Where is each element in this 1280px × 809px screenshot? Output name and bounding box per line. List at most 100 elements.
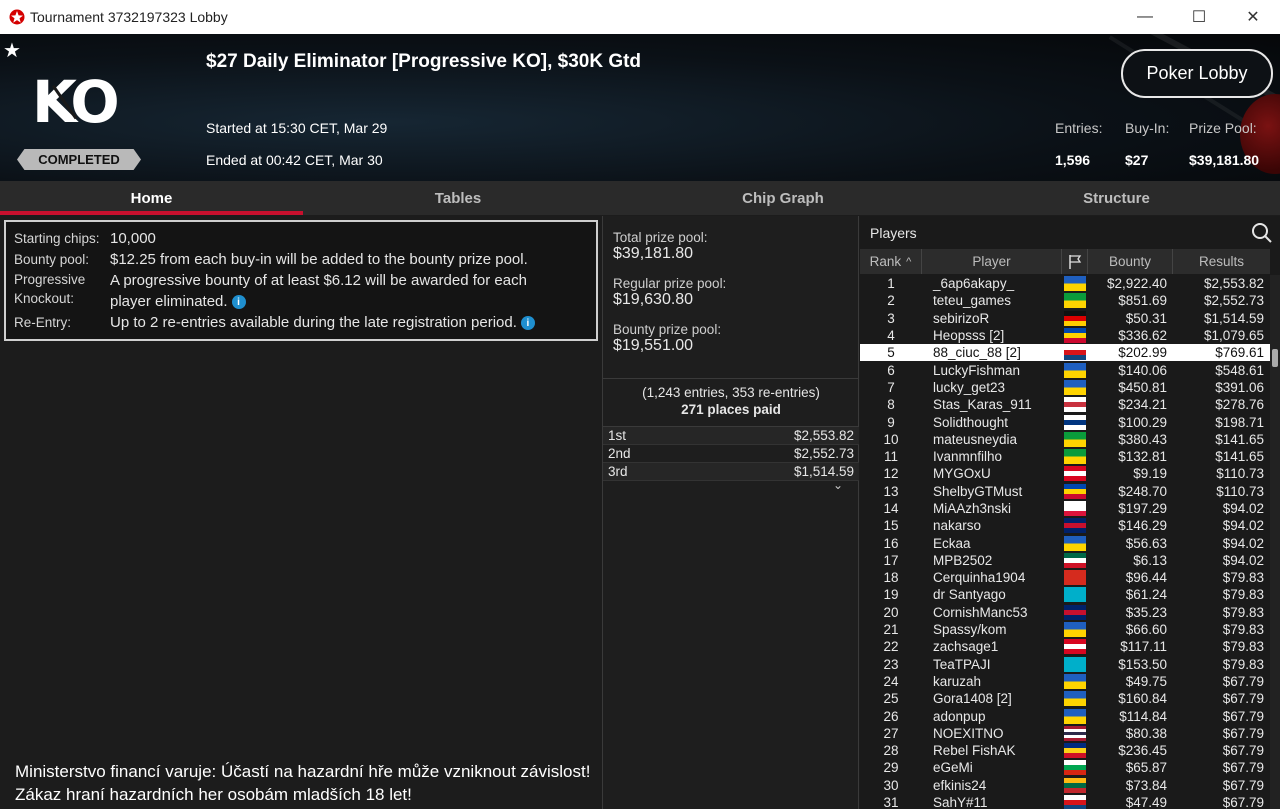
player-row[interactable]: 9 Solidthought $100.29 $198.71: [860, 413, 1270, 430]
player-rank: 1: [887, 276, 895, 292]
player-row[interactable]: 19 dr Santyago $61.24 $79.83: [860, 586, 1270, 603]
player-result: $67.79: [1222, 760, 1264, 776]
player-name: MYGOxU: [933, 466, 991, 482]
player-row[interactable]: 2 teteu_games $851.69 $2,552.73: [860, 292, 1270, 309]
rank-column-header[interactable]: Rank ^: [860, 249, 922, 274]
player-row[interactable]: 5 88_ciuc_88 [2] $202.99 $769.61: [860, 344, 1270, 362]
rank-header-label: Rank: [869, 254, 902, 269]
results-column-header[interactable]: Results: [1173, 249, 1270, 274]
tab-tables[interactable]: Tables: [303, 181, 613, 215]
player-result: $67.79: [1222, 673, 1264, 689]
player-rank: 13: [883, 483, 899, 499]
player-row[interactable]: 26 adonpup $114.84 $67.79: [860, 707, 1270, 724]
country-flag-icon: [1064, 310, 1086, 326]
payout-amount: $1,514.59: [793, 464, 854, 479]
player-row[interactable]: 3 sebirizoR $50.31 $1,514.59: [860, 310, 1270, 327]
country-flag-icon: [1064, 622, 1086, 638]
info-icon[interactable]: i: [520, 316, 535, 331]
player-row[interactable]: 30 efkinis24 $73.84 $67.79: [860, 777, 1270, 794]
player-country-cell: [1062, 344, 1088, 361]
player-result: $79.83: [1222, 570, 1264, 586]
entries-label: Entries:: [1055, 120, 1103, 136]
player-rank: 5: [887, 345, 895, 361]
expand-payouts-chevron-icon[interactable]: ⌄: [833, 478, 843, 492]
player-row[interactable]: 17 MPB2502 $6.13 $94.02: [860, 552, 1270, 569]
player-row[interactable]: 28 Rebel FishAK $236.45 $67.79: [860, 742, 1270, 759]
player-row[interactable]: 14 MiAAzh3nski $197.29 $94.02: [860, 500, 1270, 517]
country-column-header[interactable]: [1062, 249, 1088, 274]
favorite-star-icon[interactable]: ★: [3, 38, 21, 63]
search-icon[interactable]: [1250, 221, 1274, 245]
player-bounty: $100.29: [1118, 414, 1167, 430]
player-name: Solidthought: [933, 414, 1009, 430]
reentry-row: Re-Entry: Up to 2 re-entries available d…: [14, 312, 588, 333]
maximize-button[interactable]: ☐: [1172, 0, 1226, 34]
player-rank: 9: [887, 414, 895, 430]
player-row[interactable]: 25 Gora1408 [2] $160.84 $67.79: [860, 690, 1270, 707]
player-country-cell: [1062, 673, 1088, 690]
player-name: eGeMi: [933, 760, 973, 776]
player-row[interactable]: 10 mateusneydia $380.43 $141.65: [860, 431, 1270, 448]
player-row[interactable]: 11 Ivanmnfilho $132.81 $141.65: [860, 448, 1270, 465]
player-name: efkinis24: [933, 777, 987, 793]
player-row[interactable]: 22 zachsage1 $117.11 $79.83: [860, 638, 1270, 655]
player-row[interactable]: 24 karuzah $49.75 $67.79: [860, 673, 1270, 690]
player-column-header[interactable]: Player: [922, 249, 1062, 274]
players-scrollbar[interactable]: [1270, 275, 1280, 809]
poker-lobby-button[interactable]: Poker Lobby: [1121, 49, 1273, 98]
reentry-label: Re-Entry:: [14, 315, 72, 330]
player-bounty: $236.45: [1118, 743, 1167, 759]
buyin-value: $27: [1125, 152, 1149, 168]
reentry-text: Up to 2 re-entries available during the …: [110, 314, 517, 331]
player-row[interactable]: 12 MYGOxU $9.19 $110.73: [860, 465, 1270, 482]
player-bounty: $9.19: [1133, 466, 1167, 482]
player-row[interactable]: 18 Cerquinha1904 $96.44 $79.83: [860, 569, 1270, 586]
gambling-warning: Ministerstvo financí varuje: Účastí na h…: [15, 760, 590, 806]
player-bounty: $202.99: [1118, 345, 1167, 361]
player-row[interactable]: 15 nakarso $146.29 $94.02: [860, 517, 1270, 534]
player-row[interactable]: 1 _6ap6akapy_ $2,922.40 $2,553.82: [860, 275, 1270, 292]
player-name: TeaTPAJI: [933, 656, 991, 672]
tab-home[interactable]: Home: [0, 181, 303, 215]
minimize-button[interactable]: —: [1118, 0, 1172, 34]
player-row[interactable]: 23 TeaTPAJI $153.50 $79.83: [860, 656, 1270, 673]
player-row[interactable]: 29 eGeMi $65.87 $67.79: [860, 759, 1270, 776]
info-icon[interactable]: i: [231, 295, 246, 310]
status-badge: COMPLETED: [17, 149, 141, 170]
player-name: mateusneydia: [933, 431, 1018, 447]
player-row[interactable]: 7 lucky_get23 $450.81 $391.06: [860, 379, 1270, 396]
player-name: Eckaa: [933, 535, 971, 551]
player-row[interactable]: 13 ShelbyGTMust $248.70 $110.73: [860, 483, 1270, 500]
bounty-column-header[interactable]: Bounty: [1088, 249, 1173, 274]
player-result: $141.65: [1215, 449, 1264, 465]
player-country-cell: [1062, 517, 1088, 534]
player-bounty: $140.06: [1118, 362, 1167, 378]
player-bounty: $153.50: [1118, 656, 1167, 672]
player-rank: 2: [887, 293, 895, 309]
player-name: Cerquinha1904: [933, 570, 1026, 586]
player-name: MiAAzh3nski: [933, 501, 1012, 516]
tab-structure[interactable]: Structure: [953, 181, 1280, 215]
tab-chip-graph[interactable]: Chip Graph: [613, 181, 953, 215]
player-country-cell: [1062, 275, 1088, 292]
player-name: Heopsss [2]: [933, 328, 1005, 344]
player-row[interactable]: 20 CornishManc53 $35.23 $79.83: [860, 604, 1270, 621]
player-row[interactable]: 16 Eckaa $56.63 $94.02: [860, 534, 1270, 551]
player-row[interactable]: 27 NOEXITNO $80.38 $67.79: [860, 725, 1270, 742]
close-button[interactable]: ✕: [1226, 0, 1280, 34]
player-country-cell: [1062, 794, 1088, 809]
player-row[interactable]: 6 LuckyFishman $140.06 $548.61: [860, 361, 1270, 378]
player-rank: 11: [883, 449, 898, 465]
player-row[interactable]: 31 SahY#11 $47.49 $67.79: [860, 794, 1270, 809]
player-name: Spassy/kom: [933, 622, 1007, 638]
player-row[interactable]: 21 Spassy/kom $66.60 $79.83: [860, 621, 1270, 638]
player-row[interactable]: 4 Heopsss [2] $336.62 $1,079.65: [860, 327, 1270, 344]
player-name: dr Santyago: [933, 587, 1006, 603]
country-flag-icon: [1064, 570, 1086, 586]
player-rank: 4: [887, 328, 895, 344]
player-country-cell: [1062, 500, 1088, 517]
player-bounty: $114.84: [1119, 708, 1167, 724]
player-row[interactable]: 8 Stas_Karas_911 $234.21 $278.76: [860, 396, 1270, 413]
progressive-knockout-label: Progressive Knockout:: [14, 270, 110, 312]
scrollbar-thumb[interactable]: [1272, 349, 1278, 367]
